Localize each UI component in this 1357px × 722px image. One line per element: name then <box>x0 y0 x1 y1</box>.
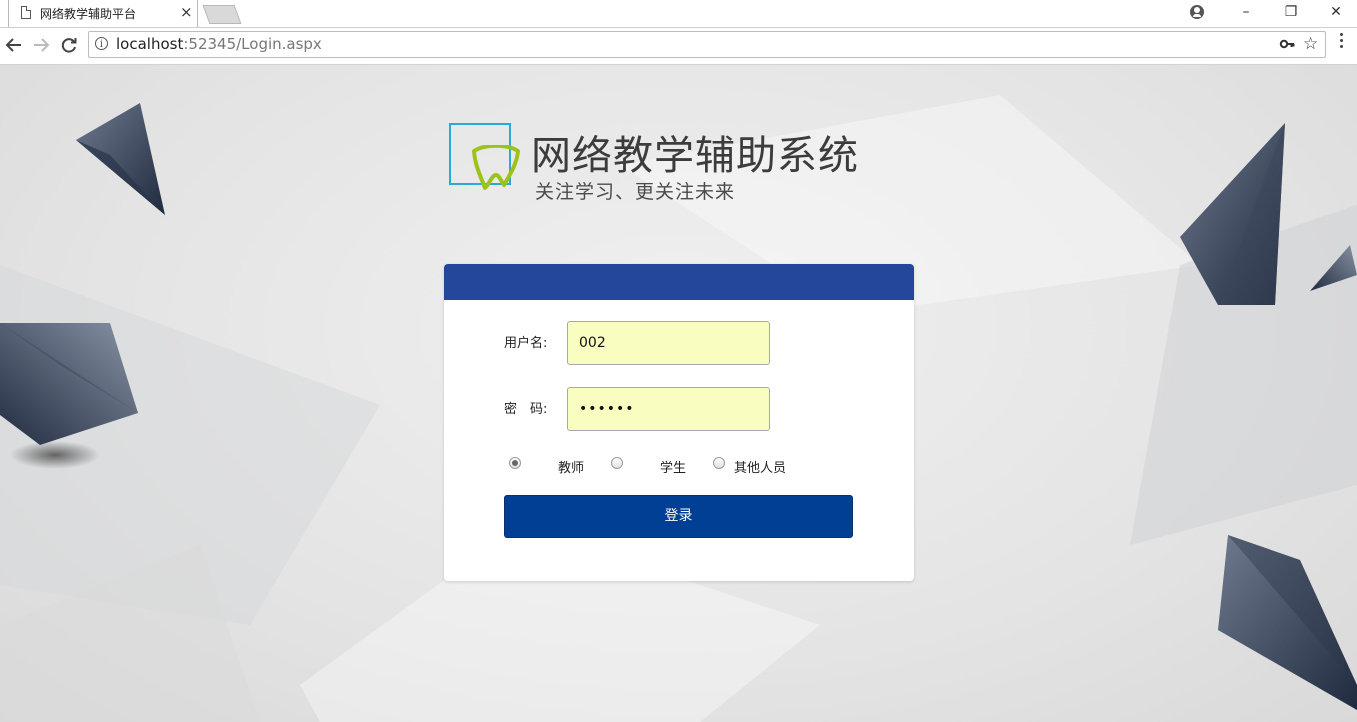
role-radio-teacher[interactable] <box>509 457 521 469</box>
tab-close-button[interactable]: × <box>180 3 193 21</box>
tooth-logo-icon <box>472 145 520 190</box>
login-card: 用户名: 002 密 码: •••••• 教师 学生 其他人员 登录 <box>444 264 914 581</box>
url-text: localhost:52345/Login.aspx <box>116 35 322 53</box>
minimize-button[interactable]: – <box>1223 0 1269 27</box>
login-card-header <box>444 264 914 300</box>
page-icon <box>21 6 31 19</box>
info-icon[interactable]: i <box>95 37 108 50</box>
address-bar[interactable]: i localhost:52345/Login.aspx ☆ <box>88 31 1326 58</box>
role-label-teacher: 教师 <box>558 461 585 476</box>
new-tab-button[interactable] <box>202 5 242 24</box>
profile-icon[interactable] <box>1190 5 1204 19</box>
browser-tab[interactable]: 网络教学辅助平台 × <box>8 0 198 27</box>
tab-title: 网络教学辅助平台 <box>40 7 137 21</box>
role-radio-student[interactable] <box>611 457 623 469</box>
login-page: 网络教学辅助系统 关注学习、更关注未来 用户名: 002 密 码: ••••••… <box>0 65 1357 722</box>
username-input[interactable]: 002 <box>567 321 770 365</box>
reload-icon[interactable] <box>58 34 80 56</box>
role-radio-other[interactable] <box>713 457 725 469</box>
key-icon[interactable] <box>1279 36 1295 56</box>
site-title: 网络教学辅助系统 <box>531 133 859 179</box>
menu-icon[interactable] <box>1340 33 1344 51</box>
site-logo: 网络教学辅助系统 关注学习、更关注未来 <box>449 123 899 213</box>
restore-button[interactable]: ❐ <box>1268 0 1314 27</box>
password-label: 密 码: <box>504 402 548 417</box>
browser-tab-bar: 网络教学辅助平台 × – ❐ ✕ <box>0 0 1357 28</box>
forward-icon[interactable] <box>30 34 52 56</box>
close-window-button[interactable]: ✕ <box>1313 0 1357 27</box>
browser-toolbar: i localhost:52345/Login.aspx ☆ <box>0 28 1357 65</box>
site-subtitle: 关注学习、更关注未来 <box>535 181 736 203</box>
star-icon[interactable]: ☆ <box>1303 34 1318 54</box>
role-label-other: 其他人员 <box>734 461 787 476</box>
back-icon[interactable] <box>3 34 25 56</box>
username-label: 用户名: <box>504 336 548 351</box>
password-input[interactable]: •••••• <box>567 387 770 431</box>
role-label-student: 学生 <box>660 461 687 476</box>
login-button[interactable]: 登录 <box>504 495 853 538</box>
